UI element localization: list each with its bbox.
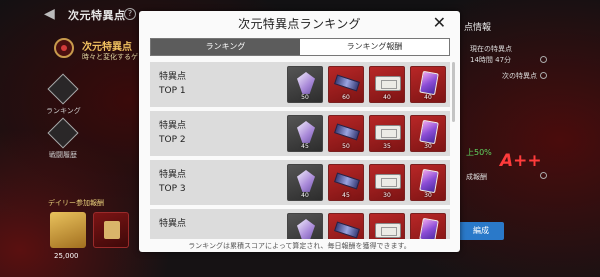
- side-button-label: ランキング: [46, 107, 81, 115]
- row-rank: TOP 2: [159, 135, 186, 145]
- row-category: 特異点: [159, 121, 187, 131]
- ranking-row: 特異点: [150, 209, 450, 239]
- crystal-icon: [297, 170, 315, 192]
- reward-slot-crystal[interactable]: 45: [287, 115, 323, 152]
- daily-reward-chest-tile[interactable]: [93, 212, 129, 248]
- ticket-icon: [375, 125, 401, 140]
- info-icon[interactable]: [540, 56, 547, 63]
- reward-slot-card[interactable]: [410, 213, 446, 239]
- reward-slot-ticket[interactable]: 30: [369, 164, 405, 201]
- back-arrow-icon[interactable]: ◀: [44, 6, 60, 22]
- reward-count: 45: [301, 143, 309, 150]
- reward-slot-crystal[interactable]: 40: [287, 164, 323, 201]
- card-icon: [419, 217, 439, 239]
- row-label: 特異点: [159, 217, 186, 231]
- row-label: 特異点 TOP 2: [159, 119, 186, 147]
- reward-count: 45: [342, 192, 350, 199]
- ranking-row: 特異点 TOP 3 40 45 30 30: [150, 160, 450, 205]
- reward-count: 50: [301, 94, 309, 101]
- reward-label: 成報酬: [466, 173, 487, 181]
- side-button-ranking[interactable]: ランキング: [46, 73, 81, 116]
- ticket-icon: [375, 223, 401, 238]
- reward-slot-ticket[interactable]: 40: [369, 66, 405, 103]
- daily-reward-gold-tile[interactable]: 25,000: [50, 212, 86, 260]
- list-scrollbar[interactable]: [452, 62, 455, 122]
- bonus-percent: 上50%: [466, 148, 492, 157]
- upgrade-bar-icon: [334, 172, 360, 190]
- daily-reward-count: 25,000: [54, 252, 79, 260]
- ranking-modal: 次元特異点ランキング ✕ ランキング ランキング報酬 特異点 TOP 1 50 …: [139, 11, 460, 252]
- reward-count: 40: [424, 94, 432, 101]
- right-info-panel: 点情報 現在の特異点 14時間 47分 次の特異点 上50% A++ 成報酬 編…: [456, 0, 600, 277]
- crystal-icon: [297, 219, 315, 239]
- reward-slot-ticket[interactable]: 35: [369, 115, 405, 152]
- reward-slot-bar[interactable]: 50: [328, 115, 364, 152]
- reward-count: 40: [383, 94, 391, 101]
- reward-slot-crystal[interactable]: [287, 213, 323, 239]
- ranking-row: 特異点 TOP 2 45 50 35 30: [150, 111, 450, 156]
- info-icon[interactable]: [540, 72, 547, 79]
- rank-grade: A++: [500, 151, 542, 171]
- reward-count: 50: [342, 143, 350, 150]
- reward-slot-bar[interactable]: 60: [328, 66, 364, 103]
- page-title: 次元特異点: [68, 9, 126, 22]
- reward-count: 30: [424, 143, 432, 150]
- row-label: 特異点 TOP 1: [159, 70, 186, 98]
- modal-tabs: ランキング ランキング報酬: [150, 38, 450, 56]
- ranking-list[interactable]: 特異点 TOP 1 50 60 40 40 特異点 TOP 2 45 50 35…: [150, 62, 450, 239]
- ranking-row: 特異点 TOP 1 50 60 40 40: [150, 62, 450, 107]
- card-icon: [419, 70, 439, 96]
- side-button-label: 戦闘履歴: [49, 151, 77, 159]
- reward-slot-card[interactable]: 30: [410, 115, 446, 152]
- reward-count: 40: [301, 192, 309, 199]
- event-emblem-icon: [54, 38, 74, 58]
- tab-ranking-rewards[interactable]: ランキング報酬: [300, 39, 449, 55]
- card-icon: [419, 119, 439, 145]
- row-rank: TOP 1: [159, 86, 186, 96]
- reward-slot-bar[interactable]: [328, 213, 364, 239]
- crystal-icon: [297, 72, 315, 94]
- ticket-icon: [375, 76, 401, 91]
- ranking-icon: [47, 73, 79, 105]
- info-header: 点情報: [464, 23, 492, 33]
- reward-slot-bar[interactable]: 45: [328, 164, 364, 201]
- formation-button[interactable]: 編成: [458, 222, 504, 240]
- event-subtitle: 時々と変化するゲ: [82, 53, 138, 61]
- upgrade-bar-icon: [334, 221, 360, 239]
- upgrade-bar-icon: [334, 74, 360, 92]
- modal-title: 次元特異点ランキング: [238, 17, 361, 31]
- upgrade-bar-icon: [334, 123, 360, 141]
- reward-count: 60: [342, 94, 350, 101]
- reward-slot-card[interactable]: 30: [410, 164, 446, 201]
- reward-slot-ticket[interactable]: [369, 213, 405, 239]
- row-category: 特異点: [159, 219, 187, 229]
- row-category: 特異点: [159, 170, 187, 180]
- battle-log-icon: [47, 117, 79, 149]
- event-title: 次元特異点: [82, 42, 132, 53]
- reward-count: 30: [383, 192, 391, 199]
- tab-ranking[interactable]: ランキング: [151, 39, 300, 55]
- modal-footer-note: ランキングは累積スコアによって算定され、毎日報酬を獲得できます。: [188, 242, 411, 250]
- info-icon[interactable]: [540, 172, 547, 179]
- help-icon[interactable]: ?: [124, 8, 136, 20]
- remaining-time: 14時間 47分: [470, 56, 512, 64]
- ticket-icon: [375, 174, 401, 189]
- row-category: 特異点: [159, 72, 187, 82]
- reward-count: 30: [424, 192, 432, 199]
- side-button-battle-log[interactable]: 戦闘履歴: [46, 117, 80, 160]
- daily-reward-label: デイリー参加報酬: [48, 199, 104, 207]
- crystal-icon: [297, 121, 315, 143]
- next-singularity-label: 次の特異点: [502, 72, 537, 80]
- row-label: 特異点 TOP 3: [159, 168, 186, 196]
- row-rank: TOP 3: [159, 184, 186, 194]
- current-singularity-label: 現在の特異点: [470, 45, 512, 53]
- reward-count: 35: [383, 143, 391, 150]
- reward-slot-crystal[interactable]: 50: [287, 66, 323, 103]
- card-icon: [419, 168, 439, 194]
- reward-slot-card[interactable]: 40: [410, 66, 446, 103]
- close-icon[interactable]: ✕: [433, 14, 446, 32]
